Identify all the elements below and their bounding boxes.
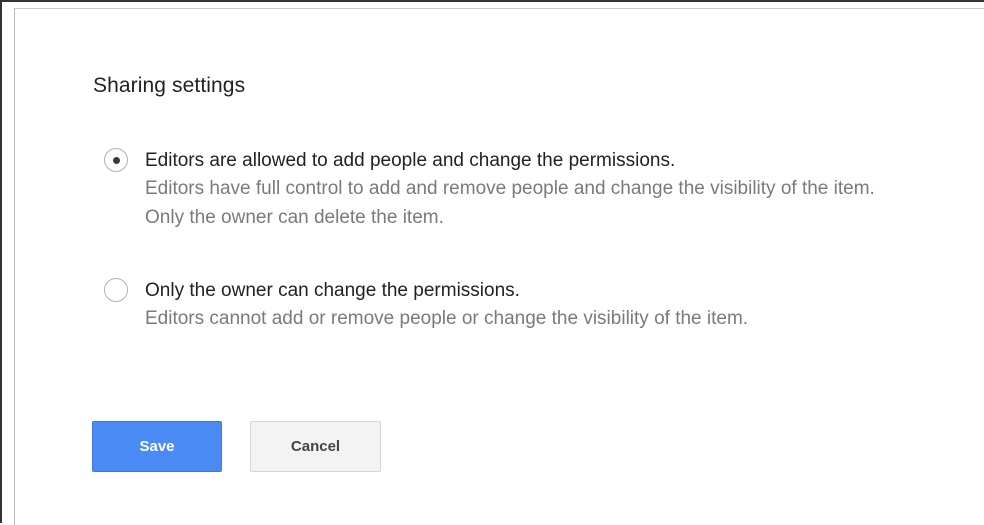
option-description: Editors cannot add or remove people or c… [145,308,749,329]
option-description: Editors have full control to add and rem… [145,178,875,228]
dialog-title: Sharing settings [93,74,246,97]
save-button[interactable]: Save [92,421,222,472]
cancel-button[interactable]: Cancel [250,421,381,472]
radio-editors-can-share[interactable] [104,148,128,172]
option-owner-only-text: Only the owner can change the permission… [145,277,875,333]
option-label[interactable]: Editors are allowed to add people and ch… [145,147,875,174]
radio-owner-only[interactable] [104,278,128,302]
option-editors-can-share-text: Editors are allowed to add people and ch… [145,147,875,232]
option-label[interactable]: Only the owner can change the permission… [145,277,875,304]
radio-selected-dot [113,157,120,164]
